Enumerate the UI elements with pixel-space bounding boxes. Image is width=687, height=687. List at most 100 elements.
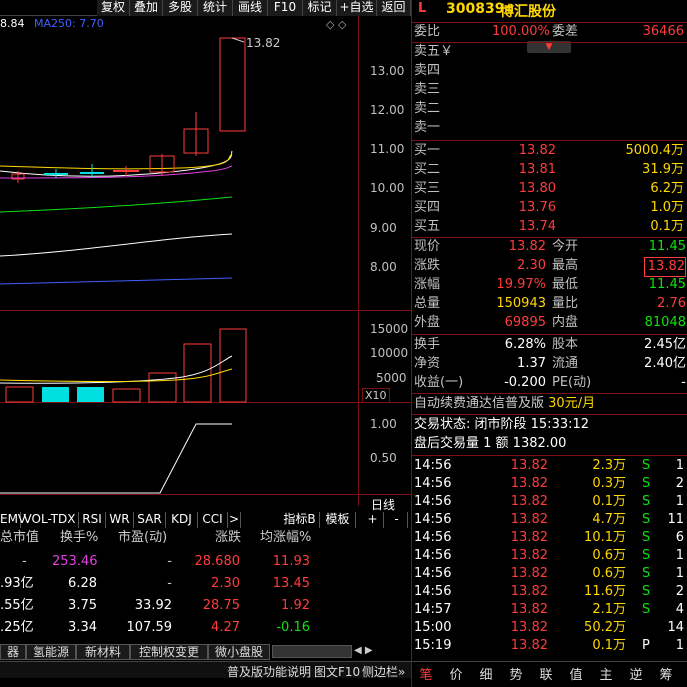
volume-bar (219, 328, 247, 403)
tab-kdj[interactable]: KDJ (166, 512, 198, 528)
promo-text[interactable]: 自动续费通达信普及版 30元/月 (414, 395, 595, 413)
indicator-tick: 0.50 (370, 451, 397, 465)
toolbar-restore-rights[interactable]: 复权 (97, 0, 130, 16)
tick-time: 14:56 (414, 530, 452, 545)
quote-label: 最高 (552, 258, 579, 273)
tick-time: 14:56 (414, 476, 452, 491)
nav-tab[interactable]: 筹 (656, 664, 676, 683)
tick-price: 13.82 (510, 530, 548, 545)
after-hours-volume: 盘后交易量 1 额 1382.00 (414, 436, 567, 451)
volume-tick: 10000 (370, 346, 409, 360)
tick-direction: P (642, 638, 650, 653)
scroll-arrows[interactable]: ◀ ▶ (354, 645, 373, 656)
link-feature-guide[interactable]: 普及版功能说明 (227, 663, 311, 680)
volume-ma10 (0, 368, 233, 382)
cell-avg-change: 1.92 (281, 598, 310, 613)
nav-tab[interactable]: 联 (536, 664, 556, 683)
stock-name: 博汇股份 (500, 4, 556, 20)
toolbar-back[interactable]: 返回 (377, 0, 411, 16)
tab-template[interactable]: 模板 (320, 512, 356, 528)
toolbar-f10[interactable]: F10 (268, 0, 303, 16)
toolbar-add-watchlist[interactable]: +自选 (337, 0, 377, 16)
tick-count: 1 (675, 566, 684, 581)
tick-count: 1 (675, 638, 684, 653)
tick-volume: 2.3万 (592, 458, 626, 473)
period-label[interactable]: 日线 (371, 496, 395, 513)
col-header-mktcap[interactable]: 总市值 (0, 530, 39, 546)
tick-count: 1 (675, 458, 684, 473)
tab-rsi[interactable]: RSI (79, 512, 106, 528)
nav-tab[interactable]: 细 (476, 664, 496, 683)
stat-value: 6.28% (504, 337, 546, 352)
cell-avg-change: -0.16 (276, 620, 310, 635)
tab-sar[interactable]: SAR (134, 512, 166, 528)
ask-label: 卖五￥ (414, 44, 454, 59)
toolbar-multi-stock[interactable]: 多股 (163, 0, 198, 16)
toolbar-mark[interactable]: 标记 (303, 0, 337, 16)
webi-value: 100.00% (492, 24, 550, 39)
trade-status: 交易状态: 闭市阶段 15:33:12 (414, 417, 590, 432)
nav-tab[interactable]: 笔 (416, 664, 436, 683)
bid-volume: 31.9万 (642, 162, 684, 177)
stock-code-prefix: L (418, 1, 427, 16)
quote-value: 19.97% (496, 277, 546, 292)
zoom-out-button[interactable]: - (386, 512, 408, 528)
cell-turnover: 253.46 (52, 554, 98, 569)
toolbar-statistics[interactable]: 统计 (198, 0, 233, 16)
sector-tab[interactable]: 器 (0, 644, 26, 660)
price-tick: 10.00 (370, 181, 405, 195)
cell-change: 28.680 (194, 554, 241, 569)
nav-tab[interactable]: 逆 (626, 664, 646, 683)
bid-label: 买三 (414, 181, 441, 196)
divider (412, 455, 687, 456)
stock-code: 300839 (446, 1, 505, 17)
stat-label: 收益(一) (414, 375, 464, 390)
webi-label: 委比 (414, 24, 441, 39)
nav-tab[interactable]: 价 (446, 664, 466, 683)
tick-direction: S (642, 566, 651, 581)
sector-tab[interactable]: 控制权变更 (130, 644, 208, 660)
tick-price: 13.82 (510, 458, 548, 473)
webi-diff-value: 36466 (642, 24, 684, 39)
stat-value: 2.45亿 (644, 337, 686, 352)
nav-tab[interactable]: 值 (566, 664, 586, 683)
candle (44, 173, 68, 175)
link-sidebar[interactable]: 侧边栏» (362, 663, 405, 680)
volume-bar (183, 343, 212, 403)
volume-bar (5, 386, 34, 403)
cell-pe: 107.59 (126, 620, 173, 635)
tab-emv[interactable]: EMV (0, 512, 26, 528)
link-f10[interactable]: 图文F10 (314, 663, 360, 680)
cell-change: 2.30 (211, 576, 240, 591)
price-chart[interactable] (0, 16, 358, 496)
sector-tab[interactable]: 微小盘股 (208, 644, 270, 660)
nav-tab[interactable]: 主 (596, 664, 616, 683)
divider (412, 140, 687, 141)
bid-price: 13.82 (518, 143, 556, 158)
tab-wr[interactable]: WR (106, 512, 134, 528)
toolbar-overlay[interactable]: 叠加 (130, 0, 163, 16)
nav-tab[interactable]: 势 (506, 664, 526, 683)
col-header-turnover[interactable]: 换手% (60, 530, 98, 546)
tick-price: 13.82 (510, 638, 548, 653)
tab-more-arrow[interactable]: > (228, 512, 241, 528)
zoom-in-button[interactable]: + (362, 512, 384, 528)
divider (412, 393, 687, 394)
toolbar-draw-line[interactable]: 画线 (233, 0, 268, 16)
stat-value: - (681, 375, 686, 390)
ma10-line (0, 153, 233, 170)
sector-tab[interactable]: 新材料 (76, 644, 130, 660)
tick-volume: 0.3万 (592, 476, 626, 491)
horizontal-scrollbar[interactable] (272, 645, 352, 658)
sector-tab[interactable]: 氢能源 (26, 644, 76, 660)
tick-time: 14:57 (414, 602, 452, 617)
tab-vol-tdx[interactable]: VOL-TDX (21, 512, 79, 528)
col-header-avg-change[interactable]: 均涨幅% (260, 530, 311, 546)
cell-mktcap: .55亿 (0, 598, 34, 613)
tab-cci[interactable]: CCI (198, 512, 228, 528)
col-header-pe[interactable]: 市盈(动) (118, 530, 167, 546)
col-header-change[interactable]: 涨跌 (215, 530, 241, 546)
quote-value: 150943 (496, 296, 546, 311)
tab-indicator-b[interactable]: 指标B (280, 512, 320, 528)
candle (219, 37, 246, 132)
